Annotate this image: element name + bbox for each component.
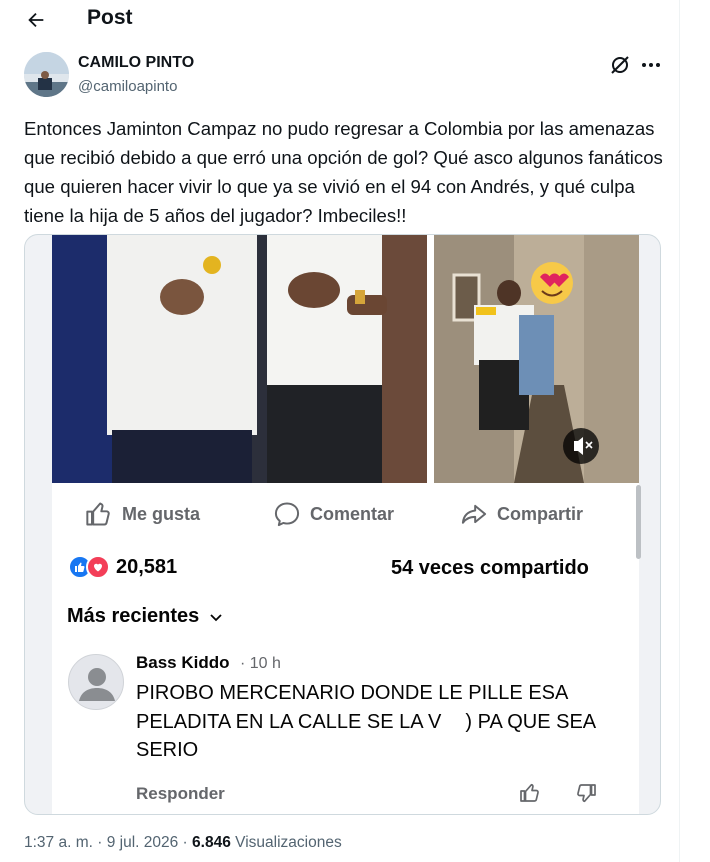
like-label: Me gusta <box>122 503 201 524</box>
thumbs-down-icon <box>577 784 596 803</box>
reply-button[interactable]: Responder <box>136 784 225 804</box>
media-attachment[interactable]: Me gusta Comentar Compartir 20,581 54 ve… <box>24 234 661 815</box>
facebook-screenshot: Me gusta Comentar Compartir 20,581 54 ve… <box>52 235 641 814</box>
author-handle[interactable]: @camiloapinto <box>78 78 177 95</box>
comment-time: · 10 h <box>240 655 281 672</box>
author-name[interactable]: CAMILO PINTO <box>78 54 194 72</box>
thumbs-up-icon <box>86 502 110 526</box>
column-divider <box>679 0 680 862</box>
back-button[interactable] <box>20 6 52 34</box>
commenter-avatar[interactable] <box>68 654 124 710</box>
thumbs-up-icon <box>520 783 539 802</box>
views-label: Visualizaciones <box>230 834 342 851</box>
reactions-count: 20,581 <box>116 555 178 578</box>
share-action[interactable]: Compartir <box>460 499 583 529</box>
separator: · <box>92 834 107 851</box>
share-arrow-icon <box>461 504 487 524</box>
like-action[interactable]: Me gusta <box>85 499 200 529</box>
arrow-left-icon <box>28 12 44 28</box>
page-title: Post <box>87 6 133 29</box>
comment-label: Comentar <box>310 503 395 524</box>
post-date[interactable]: 9 jul. 2026 <box>107 834 179 851</box>
shares-count[interactable]: 54 veces compartido <box>391 557 589 580</box>
comment-text: PIROBO MERCENARIO DONDE LE PILLE ESA PEL… <box>136 682 596 761</box>
photo-player-with-child <box>434 235 639 483</box>
more-horizontal-icon <box>642 63 660 67</box>
photo-players <box>52 235 427 483</box>
top-bar: Post <box>0 0 710 40</box>
comment-action[interactable]: Comentar <box>273 499 394 529</box>
downvote-button[interactable] <box>574 781 598 805</box>
separator: · <box>178 834 193 851</box>
grok-button[interactable] <box>609 54 631 76</box>
post-time[interactable]: 1:37 a. m. <box>24 834 93 851</box>
sort-label: Más recientes <box>67 605 200 627</box>
post-metadata: 1:37 a. m. · 9 jul. 2026 · 6.846 Visuali… <box>24 834 342 852</box>
love-reaction-icon <box>86 555 110 579</box>
upvote-button[interactable] <box>518 781 542 805</box>
comment-bubble-icon <box>274 502 300 527</box>
comment-sort-dropdown[interactable]: Más recientes <box>67 605 223 628</box>
chevron-down-icon <box>210 613 222 621</box>
grok-icon <box>611 56 629 74</box>
tweet-text: Entonces Jaminton Campaz no pudo regresa… <box>24 118 663 226</box>
reactions-summary[interactable]: 20,581 <box>68 555 177 579</box>
scrollbar[interactable] <box>636 485 641 559</box>
views-count: 6.846 <box>192 834 231 851</box>
author-avatar[interactable] <box>24 52 69 97</box>
more-options-button[interactable] <box>640 54 662 76</box>
comment-author[interactable]: Bass Kiddo <box>136 653 230 673</box>
share-label: Compartir <box>497 503 584 524</box>
photo-gap <box>427 235 434 483</box>
